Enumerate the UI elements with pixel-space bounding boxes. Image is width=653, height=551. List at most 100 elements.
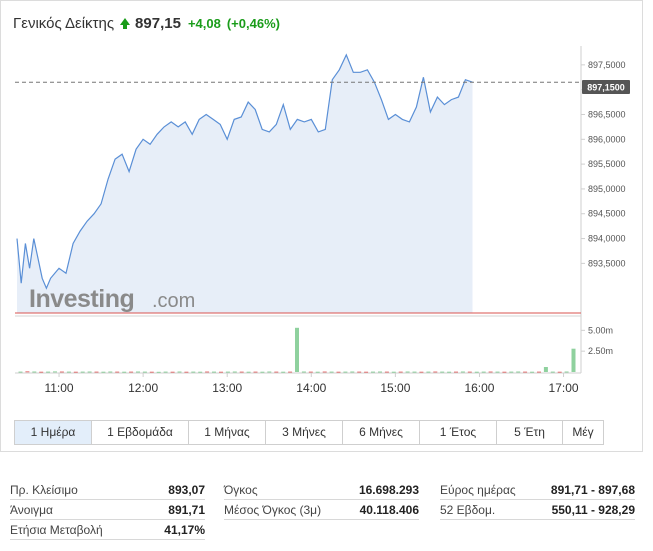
volume-bar [405,371,410,373]
time-range-tabs: 1 Ημέρα 1 Εβδομάδα 1 Μήνας 3 Μήνες 6 Μήνες 1 … [14,420,604,445]
volume-bar [170,371,175,373]
volume-bar [267,371,272,373]
volume-bar [198,371,203,373]
volume-bar [246,371,251,373]
logo-text: Investing [29,285,134,313]
stat-label: Ετήσια Μεταβολή [10,523,103,537]
volume-bar [343,371,348,373]
volume-bar [516,371,521,373]
volume-bar [357,371,362,373]
volume-bar [260,371,265,373]
tab-range-3[interactable]: 3 Μήνες [266,421,343,444]
x-tick-label: 11:00 [44,381,73,395]
volume-bar [378,371,382,373]
volume-bar [419,371,424,373]
current-price-label: 897,1500 [582,80,630,94]
volume-bar [108,371,113,373]
tab-range-5[interactable]: 1 Έτος [420,421,497,444]
volume-bar [537,371,541,373]
volume-bar [329,371,334,373]
volume-bar [46,371,51,373]
tab-range-6[interactable]: 5 Έτη [497,421,563,444]
stat-label: Μέσος Όγκος (3μ) [224,503,322,517]
volume-tick-label: 2.50m [588,346,613,356]
volume-bar [253,371,258,373]
x-tick-label: 16:00 [464,381,494,395]
stats-column: Όγκος 16.698.293 Μέσος Όγκος (3μ) 40.118.40… [224,480,419,520]
volume-bar [212,371,216,373]
volume-bar [454,371,458,373]
investing-logo: Investing .com [29,285,195,313]
volume-bar [288,371,293,373]
volume-bar [87,371,92,373]
volume-bar [433,371,438,373]
y-tick-label: 893,5000 [588,258,626,268]
volume-bar [281,371,286,373]
volume-bar [18,371,23,373]
volume-bar [80,371,85,373]
stat-value: 893,07 [168,483,205,497]
tab-range-2[interactable]: 1 Μήνας [189,421,266,444]
volume-bar [122,371,127,373]
stats-column: Εύρος ημέρας 891,71 - 897,68 52 Εβδομ. 550,… [440,480,635,520]
volume-bar [398,371,403,373]
volume-bars [18,327,576,373]
volume-bar [59,371,64,373]
tab-range-0[interactable]: 1 Ημέρα [15,421,92,444]
volume-bar [66,371,71,373]
volume-bar [177,371,182,373]
volume-bar [101,371,106,373]
stat-value: 16.698.293 [358,483,419,497]
volume-bar [412,371,417,373]
volume-bar [239,371,244,373]
stat-value: 891,71 - 897,68 [550,483,635,497]
y-tick-label: 896,0000 [588,134,626,144]
volume-bar [73,371,78,373]
volume-bar [191,371,196,373]
volume-bar [25,371,30,373]
stat-row: 52 Εβδομ. 550,11 - 928,29 [440,500,635,520]
tab-range-1[interactable]: 1 Εβδομάδα [92,421,189,444]
price-chart[interactable]: Investing .com 893,5000 894,0000 894,5000 8… [1,1,642,413]
volume-bar [502,371,507,373]
x-tick-label: 13:00 [212,381,242,395]
x-tick-label: 17:00 [549,381,579,395]
stat-label: Εύρος ημέρας [440,483,516,497]
x-tick-label: 12:00 [128,381,158,395]
chart-widget: Γενικός Δείκτης 897,15 +4,08 (+0,46%) In… [0,0,643,452]
stat-label: Άνοιγμα [10,503,53,517]
volume-bar [350,371,355,373]
tab-range-4[interactable]: 6 Μήνες [343,421,420,444]
volume-bar [474,371,479,373]
volume-bar [488,371,493,373]
volume-bar [149,371,154,373]
x-tick-label: 14:00 [296,381,326,395]
stat-row: Άνοιγμα 891,71 [10,500,205,520]
volume-bar [550,371,555,373]
volume-bar [564,371,569,373]
y-tick-label: 895,5000 [588,159,626,169]
volume-bar [440,371,445,373]
stat-value: 891,71 [168,503,205,517]
volume-bar [232,371,237,373]
volume-bar [571,348,576,372]
current-price-value: 897,1500 [587,83,625,93]
volume-bar [53,371,57,373]
volume-bar [184,371,189,373]
tab-range-7[interactable]: Μέγ [563,421,603,444]
volume-bar [481,371,486,373]
stat-row: Ετήσια Μεταβολή 41,17% [10,520,205,540]
volume-bar [39,371,44,373]
volume-bar [557,371,562,373]
volume-bar [308,371,313,373]
stat-row: Όγκος 16.698.293 [224,480,419,500]
volume-bar [523,371,528,373]
volume-bar [115,371,120,373]
y-tick-label: 897,5000 [588,60,626,70]
volume-bar [336,371,341,373]
volume-bar [274,371,279,373]
volume-bar [32,371,37,373]
y-tick-label: 896,5000 [588,109,626,119]
price-area [17,54,473,314]
volume-bar [467,371,472,373]
